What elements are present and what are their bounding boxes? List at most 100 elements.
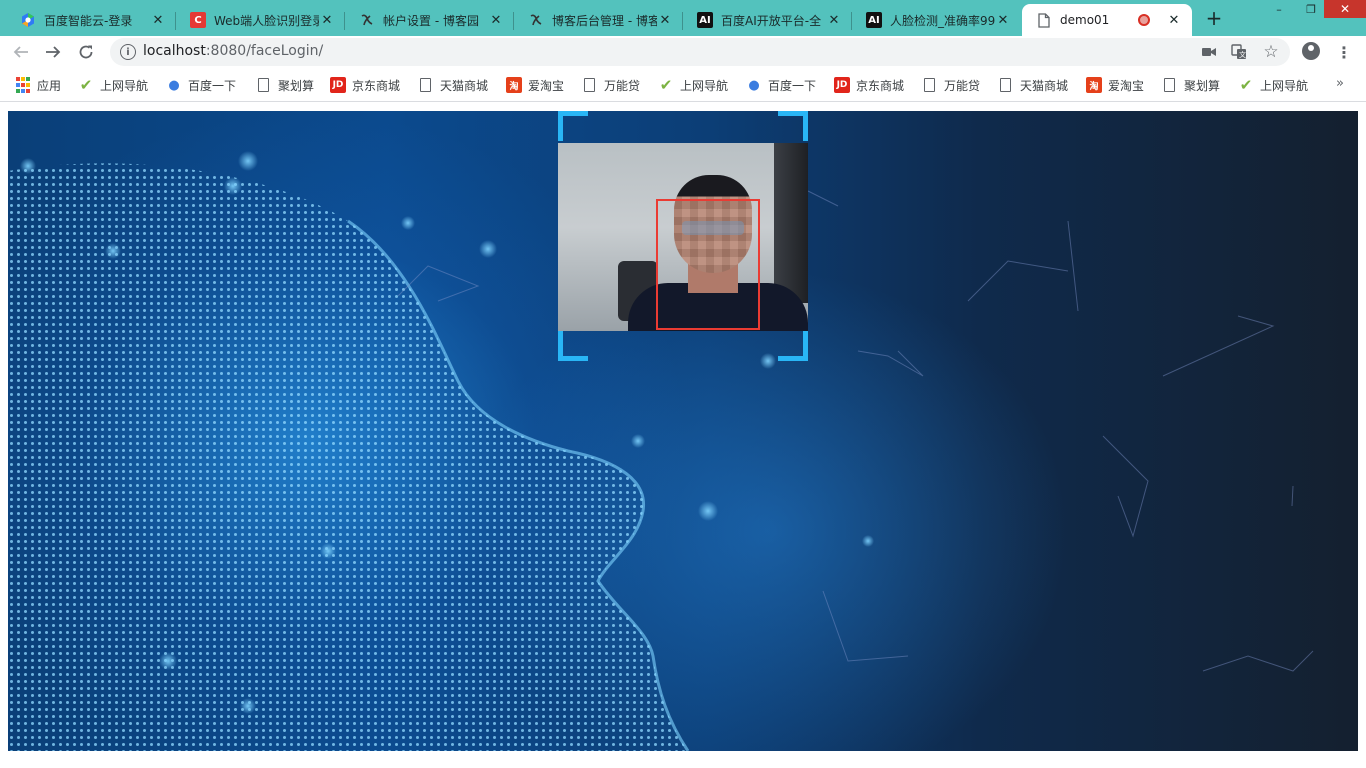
bookmark-label: 天猫商城 <box>1020 78 1069 93</box>
bookmark-aitaobao[interactable]: 淘 爱淘宝 <box>1086 76 1144 94</box>
tab-close-icon[interactable]: ✕ <box>826 12 842 28</box>
bookmark-label: 应用 <box>37 78 62 93</box>
close-window-button[interactable]: ✕ <box>1324 0 1366 18</box>
face-detection-box <box>656 199 760 330</box>
ai-icon: AI <box>866 12 882 28</box>
profile-avatar-icon[interactable] <box>1302 42 1320 60</box>
forward-button[interactable] <box>41 40 65 64</box>
page-icon <box>1164 78 1175 92</box>
baidu-cloud-icon <box>20 12 36 28</box>
bookmark-star-icon[interactable]: ☆ <box>1262 42 1280 62</box>
bookmark-hao123[interactable]: ✔ 上网导航 <box>1238 76 1308 94</box>
frame-corner-bottom-right <box>778 331 808 361</box>
tab-account-settings[interactable]: 帐户设置 - 博客园 ✕ <box>345 4 514 36</box>
bookmark-label: 万能贷 <box>604 78 641 93</box>
bookmark-label: 上网导航 <box>100 78 149 93</box>
frame-corner-top-right <box>778 111 808 141</box>
tab-close-icon[interactable]: ✕ <box>1166 12 1182 28</box>
back-arrow-icon <box>13 46 28 58</box>
bookmark-label: 爱淘宝 <box>1108 78 1145 93</box>
bookmarks-bar: 应用 ✔ 上网导航 ● 百度一下 聚划算 JD 京东商城 天猫商城 淘 爱淘宝 … <box>0 68 1366 102</box>
tab-close-icon[interactable]: ✕ <box>150 12 166 28</box>
jd-icon: JD <box>834 77 850 93</box>
tab-close-icon[interactable]: ✕ <box>488 12 504 28</box>
hao123-icon: ✔ <box>659 76 673 94</box>
camera-in-use-icon[interactable] <box>1200 44 1218 60</box>
taobao-icon: 淘 <box>1086 77 1102 93</box>
face-login-page <box>8 111 1358 751</box>
baidu-paw-icon: ● <box>168 77 180 93</box>
tab-demo01[interactable]: demo01 ✕ <box>1022 4 1192 36</box>
tab-close-icon[interactable]: ✕ <box>319 12 335 28</box>
tab-baidu-ai-platform[interactable]: AI 百度AI开放平台-全 ✕ <box>683 4 852 36</box>
bookmark-hao123[interactable]: ✔ 上网导航 <box>78 76 148 94</box>
translate-icon[interactable]: 文 <box>1230 44 1248 60</box>
tab-close-icon[interactable]: ✕ <box>657 12 673 28</box>
hao123-icon: ✔ <box>79 76 93 94</box>
bookmark-jd[interactable]: JD 京东商城 <box>330 76 400 94</box>
tab-face-detection[interactable]: AI 人脸检测_准确率99 ✕ <box>852 4 1021 36</box>
tab-title: 人脸检测_准确率99 <box>890 13 995 28</box>
bookmark-aitaobao[interactable]: 淘 爱淘宝 <box>506 76 564 94</box>
url-host: localhost <box>143 43 206 59</box>
bookmark-apps[interactable]: 应用 <box>15 76 61 94</box>
bookmark-wannengdai[interactable]: 万能贷 <box>922 76 980 94</box>
reload-icon <box>79 45 93 59</box>
tab-blog-admin[interactable]: 博客后台管理 - 博客 ✕ <box>514 4 683 36</box>
bookmark-label: 万能贷 <box>944 78 981 93</box>
cnblogs-icon <box>359 12 375 28</box>
recording-icon <box>1138 14 1150 26</box>
bookmark-label: 京东商城 <box>856 78 905 93</box>
tab-baidu-cloud-login[interactable]: 百度智能云-登录 ✕ <box>6 4 176 36</box>
browser-menu-icon[interactable]: ⋮ <box>1334 40 1354 64</box>
info-icon[interactable]: i <box>120 44 136 60</box>
hao123-icon: ✔ <box>1239 76 1253 94</box>
bookmark-label: 聚划算 <box>278 78 315 93</box>
browser-toolbar: i localhost:8080/faceLogin/ 文 ☆ ⋮ <box>0 36 1366 68</box>
bookmark-baidu[interactable]: ● 百度一下 <box>166 76 236 94</box>
reload-button[interactable] <box>74 40 98 64</box>
cnblogs-icon <box>528 12 544 28</box>
bookmark-juhuasuan[interactable]: 聚划算 <box>256 76 314 94</box>
jd-icon: JD <box>330 77 346 93</box>
csdn-icon: C <box>190 12 206 28</box>
bookmark-tmall[interactable]: 天猫商城 <box>418 76 488 94</box>
page-icon <box>1036 12 1052 28</box>
bookmark-label: 京东商城 <box>352 78 401 93</box>
tab-title: 博客后台管理 - 博客 <box>552 13 657 28</box>
bookmarks-overflow-button[interactable]: » <box>1336 76 1344 91</box>
camera-frame <box>558 111 808 361</box>
tab-title: 帐户设置 - 博客园 <box>383 13 479 28</box>
frame-corner-top-left <box>558 111 588 141</box>
bookmark-wannengdai[interactable]: 万能贷 <box>582 76 640 94</box>
camera-video <box>558 143 808 331</box>
page-icon <box>924 78 935 92</box>
video-background-door <box>774 143 808 303</box>
back-button[interactable] <box>9 40 33 64</box>
page-icon <box>584 78 595 92</box>
bookmark-label: 爱淘宝 <box>528 78 565 93</box>
tab-strip: 百度智能云-登录 ✕ C Web端人脸识别登录 ✕ 帐户设置 - 博客园 ✕ 博… <box>0 0 1366 36</box>
bookmark-label: 上网导航 <box>1260 78 1309 93</box>
page-icon <box>1000 78 1011 92</box>
url-text: localhost:8080/faceLogin/ <box>143 43 323 59</box>
ai-icon: AI <box>697 12 713 28</box>
bookmark-label: 百度一下 <box>768 78 817 93</box>
apps-icon <box>15 77 31 93</box>
tab-close-icon[interactable]: ✕ <box>995 12 1011 28</box>
forward-arrow-icon <box>46 46 61 58</box>
bookmark-jd[interactable]: JD 京东商城 <box>834 76 904 94</box>
svg-text:文: 文 <box>1239 50 1246 59</box>
bookmark-tmall[interactable]: 天猫商城 <box>998 76 1068 94</box>
bookmark-juhuasuan[interactable]: 聚划算 <box>1162 76 1220 94</box>
bookmark-hao123[interactable]: ✔ 上网导航 <box>658 76 728 94</box>
minimize-window-button[interactable]: – <box>1264 0 1294 18</box>
url-path: :8080/faceLogin/ <box>205 43 324 59</box>
address-bar[interactable]: i localhost:8080/faceLogin/ 文 ☆ <box>110 38 1290 66</box>
tab-title: 百度智能云-登录 <box>44 13 133 28</box>
tab-web-face-login[interactable]: C Web端人脸识别登录 ✕ <box>176 4 345 36</box>
new-tab-button[interactable]: + <box>1200 6 1228 30</box>
page-icon <box>258 78 269 92</box>
restore-window-button[interactable]: ❐ <box>1296 0 1326 18</box>
bookmark-baidu[interactable]: ● 百度一下 <box>746 76 816 94</box>
